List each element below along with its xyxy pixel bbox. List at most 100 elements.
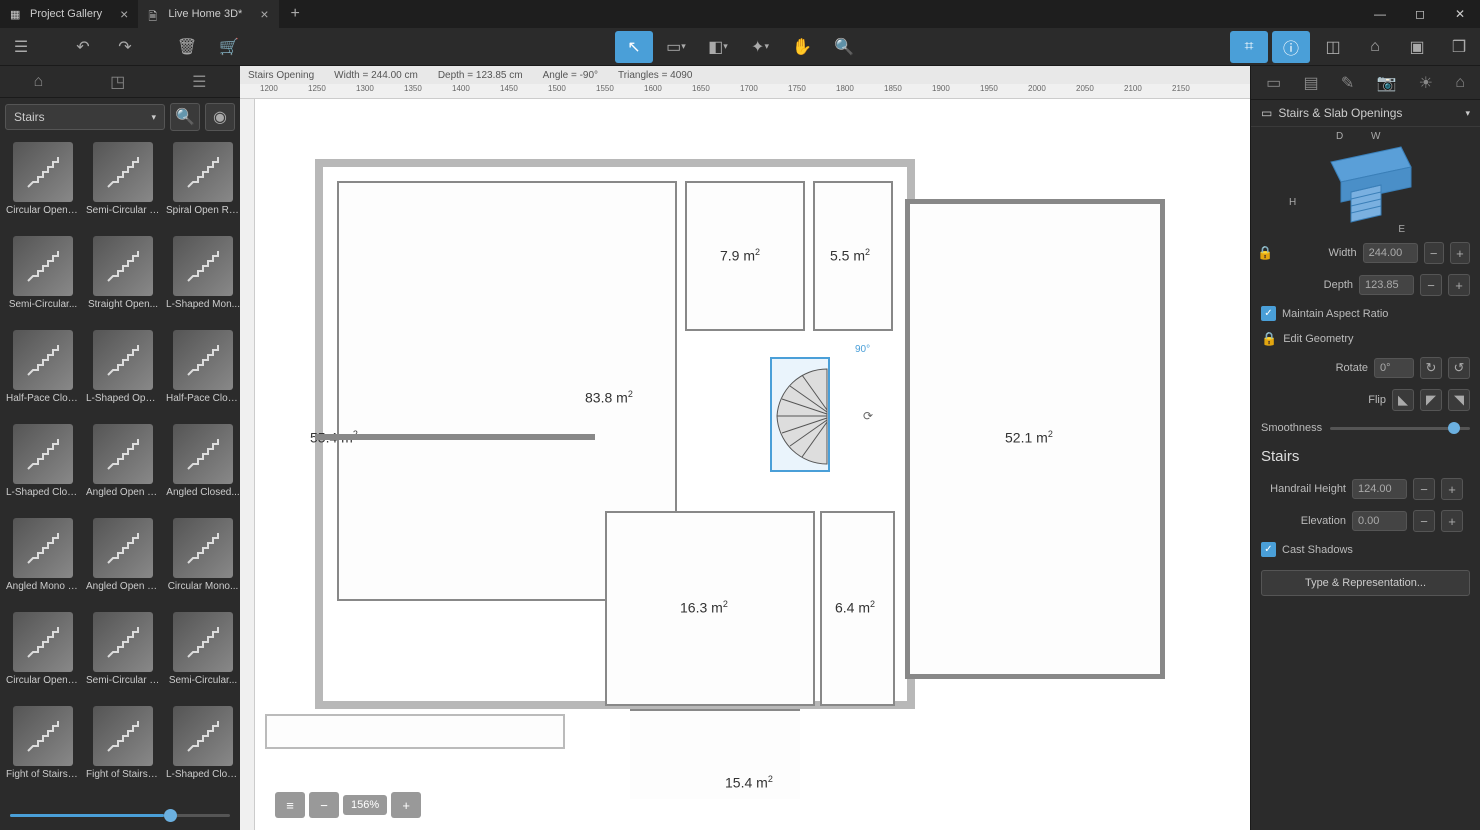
increase-button[interactable]: + (1448, 274, 1470, 296)
object-tab-icon[interactable]: ▭ (1262, 69, 1285, 97)
flip-v-button[interactable]: ◤ (1420, 389, 1442, 411)
rotate-handle-icon[interactable]: ⟳ (863, 409, 873, 423)
minimize-button[interactable]: — (1360, 0, 1400, 28)
type-representation-button[interactable]: Type & Representation... (1261, 570, 1470, 596)
library-zoom-slider[interactable] (0, 800, 240, 830)
layers-button[interactable]: ≡ (275, 792, 305, 818)
material-tab-icon[interactable]: ▤ (1299, 69, 1322, 97)
category-select[interactable]: Stairs ▾ (5, 104, 165, 130)
tab-live-home[interactable]: 🗎 Live Home 3D* × (138, 0, 278, 28)
new-tab-button[interactable]: + (279, 5, 312, 23)
room[interactable] (630, 709, 800, 799)
library-item[interactable]: Angled Closed... (164, 422, 240, 514)
decrease-button[interactable]: − (1420, 274, 1442, 296)
edit-geometry-row[interactable]: 🔒 Edit Geometry (1251, 326, 1480, 352)
rotate-cw-button[interactable]: ↻ (1420, 357, 1442, 379)
camera-tab-icon[interactable]: 📷 (1372, 69, 1400, 97)
zoom-level[interactable]: 156% (343, 795, 387, 815)
library-item[interactable]: Spiral Open Ris... (164, 140, 240, 232)
view-split-button[interactable]: ◫ (1314, 31, 1352, 63)
flip-z-button[interactable]: ◥ (1448, 389, 1470, 411)
increase-button[interactable]: + (1441, 478, 1463, 500)
floor-plan-canvas[interactable]: 7.9 m2 5.5 m2 83.8 m2 55.4 m2 16.3 m2 6.… (255, 99, 1250, 830)
wall[interactable] (315, 434, 595, 440)
increase-button[interactable]: + (1450, 242, 1470, 264)
wall-tool[interactable]: ▭ ▾ (657, 31, 695, 63)
cast-shadows-row[interactable]: ✓ Cast Shadows (1251, 537, 1480, 562)
flip-h-button[interactable]: ◣ (1392, 389, 1414, 411)
stair-thumb (173, 612, 233, 672)
room[interactable] (265, 714, 565, 749)
furniture-tab-icon[interactable]: ⌂ (33, 73, 43, 91)
checkbox-checked-icon[interactable]: ✓ (1261, 542, 1276, 557)
handrail-input[interactable] (1352, 479, 1407, 499)
view-info-button[interactable]: ⓘ (1272, 31, 1310, 63)
library-item[interactable]: L-Shaped Close... (4, 422, 82, 514)
increase-button[interactable]: + (1441, 510, 1463, 532)
checkbox-checked-icon[interactable]: ✓ (1261, 306, 1276, 321)
library-item-label: Fight of Stairs 7... (6, 769, 80, 780)
rotate-input[interactable] (1374, 358, 1414, 378)
library-grid[interactable]: Circular Open R...Semi-Circular O...Spir… (0, 136, 240, 800)
close-button[interactable]: ✕ (1440, 0, 1480, 28)
decrease-button[interactable]: − (1424, 242, 1444, 264)
home-tab-icon[interactable]: ⌂ (1451, 70, 1469, 96)
stairs-selection[interactable] (770, 357, 830, 472)
library-item[interactable]: Semi-Circular O... (84, 140, 162, 232)
search-button[interactable]: 🔍 (170, 103, 200, 131)
view-elevation-button[interactable]: ▣ (1398, 31, 1436, 63)
library-item[interactable]: Fight of Stairs 7... (4, 704, 82, 796)
zoom-in-button[interactable]: + (391, 792, 421, 818)
library-item[interactable]: L-Shaped Close... (164, 704, 240, 796)
library-item[interactable]: Angled Mono S... (4, 516, 82, 608)
library-item[interactable]: Angled Open R... (84, 516, 162, 608)
materials-tab-icon[interactable]: ◳ (110, 72, 125, 92)
close-icon[interactable]: × (260, 6, 268, 22)
undo-button[interactable]: ↶ (64, 31, 102, 63)
light-tab-icon[interactable]: ☀ (1415, 69, 1437, 97)
list-tab-icon[interactable]: ☰ (192, 72, 206, 92)
library-item[interactable]: L-Shaped Mon... (164, 234, 240, 326)
library-item[interactable]: Angled Open R... (84, 422, 162, 514)
inspector-header[interactable]: ▭Stairs & Slab Openings ▾ (1251, 100, 1480, 127)
library-item[interactable]: L-Shaped Open... (84, 328, 162, 420)
view-3d-button[interactable]: ⌂ (1356, 31, 1394, 63)
browse-button[interactable]: ◉ (205, 103, 235, 131)
floor-tool[interactable]: ◧ ▾ (699, 31, 737, 63)
rotate-ccw-button[interactable]: ↺ (1448, 357, 1470, 379)
library-item[interactable]: Half-Pace Close... (164, 328, 240, 420)
lock-icon[interactable]: 🔒 (1257, 245, 1273, 261)
width-input[interactable] (1363, 243, 1418, 263)
menu-button[interactable]: ☰ (2, 31, 40, 63)
library-item[interactable]: Circular Open R... (4, 610, 82, 702)
close-icon[interactable]: × (120, 6, 128, 22)
cart-button[interactable]: 🛒 (210, 31, 248, 63)
elevation-input[interactable] (1352, 511, 1407, 531)
smoothness-slider[interactable] (1330, 427, 1470, 430)
delete-button[interactable]: 🗑 (168, 31, 206, 63)
depth-input[interactable] (1359, 275, 1414, 295)
library-item[interactable]: Semi-Circular... (4, 234, 82, 326)
tab-project-gallery[interactable]: ▦ Project Gallery × (0, 0, 138, 28)
library-item[interactable]: Semi-Circular O... (84, 610, 162, 702)
library-item[interactable]: Half-Pace Close... (4, 328, 82, 420)
redo-button[interactable]: ↷ (106, 31, 144, 63)
search-tool[interactable]: 🔍 (825, 31, 863, 63)
pan-tool[interactable]: ✋ (783, 31, 821, 63)
style-tab-icon[interactable]: ✎ (1337, 69, 1358, 97)
library-item[interactable]: Semi-Circular... (164, 610, 240, 702)
library-item[interactable]: Fight of Stairs 8... (84, 704, 162, 796)
preview-3d[interactable]: D W H E (1251, 127, 1480, 237)
library-item[interactable]: Circular Open R... (4, 140, 82, 232)
view-2d-button[interactable]: ⌗ (1230, 31, 1268, 63)
select-tool[interactable]: ↖ (615, 31, 653, 63)
aspect-ratio-row[interactable]: ✓ Maintain Aspect Ratio (1251, 301, 1480, 326)
library-item[interactable]: Circular Mono... (164, 516, 240, 608)
decrease-button[interactable]: − (1413, 510, 1435, 532)
zoom-out-button[interactable]: − (309, 792, 339, 818)
maximize-button[interactable]: ◻ (1400, 0, 1440, 28)
view-cube-button[interactable]: ❒ (1440, 31, 1478, 63)
decrease-button[interactable]: − (1413, 478, 1435, 500)
library-item[interactable]: Straight Open... (84, 234, 162, 326)
measure-tool[interactable]: ✦ ▾ (741, 31, 779, 63)
